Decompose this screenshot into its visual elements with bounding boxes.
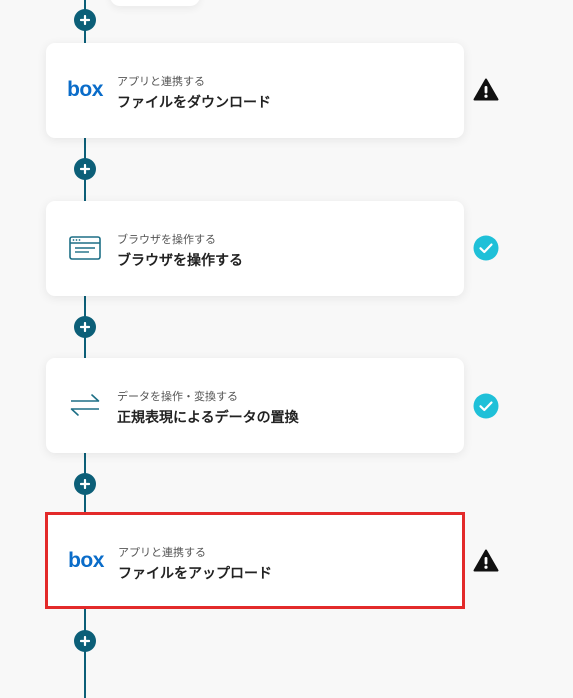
- plus-icon: [80, 479, 90, 489]
- previous-step-card-fragment[interactable]: [110, 0, 200, 6]
- step-subtitle: アプリと連携する: [117, 75, 205, 88]
- step-card-box-upload[interactable]: box アプリと連携する ファイルをアップロード: [45, 512, 465, 609]
- add-step-button[interactable]: [74, 158, 96, 180]
- box-logo: box: [67, 73, 103, 107]
- check-circle-icon: [473, 235, 499, 261]
- warning-icon[interactable]: [473, 77, 499, 103]
- add-step-button[interactable]: [74, 630, 96, 652]
- step-card-browser[interactable]: ブラウザを操作する ブラウザを操作する: [46, 201, 464, 296]
- add-step-button[interactable]: [74, 9, 96, 31]
- plus-icon: [80, 322, 90, 332]
- plus-icon: [80, 164, 90, 174]
- box-logo-text: box: [68, 549, 104, 572]
- box-logo-text: box: [67, 78, 103, 101]
- step-title: ブラウザを操作する: [117, 253, 243, 269]
- step-title: 正規表現によるデータの置換: [117, 410, 299, 426]
- step-card-box-download[interactable]: box アプリと連携する ファイルをダウンロード: [46, 43, 464, 138]
- add-step-button[interactable]: [74, 473, 96, 495]
- box-logo: box: [68, 544, 104, 578]
- warning-icon[interactable]: [473, 548, 499, 574]
- add-step-button[interactable]: [74, 316, 96, 338]
- plus-icon: [80, 15, 90, 25]
- step-subtitle: ブラウザを操作する: [117, 233, 216, 246]
- step-subtitle: アプリと連携する: [118, 546, 206, 559]
- check-circle-icon: [473, 393, 499, 419]
- step-card-regex-replace[interactable]: データを操作・変換する 正規表現によるデータの置換: [46, 358, 464, 453]
- step-subtitle: データを操作・変換する: [117, 390, 238, 403]
- plus-icon: [80, 636, 90, 646]
- browser-window-icon: [68, 231, 102, 265]
- step-title: ファイルをダウンロード: [117, 95, 271, 111]
- transform-arrows-icon: [68, 388, 102, 422]
- step-title: ファイルをアップロード: [118, 566, 272, 582]
